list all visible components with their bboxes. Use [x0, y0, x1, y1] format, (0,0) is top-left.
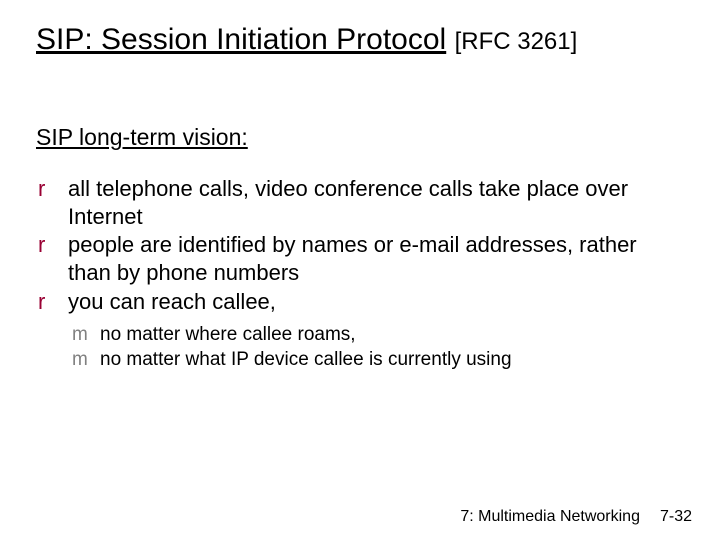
bullet-marker: m [72, 322, 100, 348]
slide-footer: 7: Multimedia Networking 7-32 [460, 508, 692, 526]
bullet-list-primary: r all telephone calls, video conference … [36, 175, 684, 316]
bullet-marker: m [72, 347, 100, 373]
list-item: m no matter where callee roams, [72, 322, 684, 348]
footer-page: 7-32 [660, 508, 692, 526]
bullet-list-secondary: m no matter where callee roams, m no mat… [36, 322, 684, 373]
bullet-text: you can reach callee, [68, 288, 684, 316]
bullet-marker: r [36, 175, 68, 231]
title-note: [RFC 3261] [455, 28, 578, 55]
bullet-text: all telephone calls, video conference ca… [68, 175, 684, 231]
bullet-marker: r [36, 288, 68, 316]
bullet-text: people are identified by names or e-mail… [68, 231, 684, 287]
bullet-marker: r [36, 231, 68, 287]
bullet-text: no matter where callee roams, [100, 322, 684, 348]
title-main: SIP: Session Initiation Protocol [36, 23, 446, 56]
bullet-text: no matter what IP device callee is curre… [100, 347, 684, 373]
list-item: r all telephone calls, video conference … [36, 175, 684, 231]
list-item: r you can reach callee, [36, 288, 684, 316]
slide: SIP: Session Initiation Protocol [RFC 32… [0, 0, 720, 540]
footer-chapter: 7: Multimedia Networking [460, 508, 640, 526]
list-item: r people are identified by names or e-ma… [36, 231, 684, 287]
slide-title: SIP: Session Initiation Protocol [RFC 32… [36, 22, 684, 58]
list-item: m no matter what IP device callee is cur… [72, 347, 684, 373]
section-heading: SIP long-term vision: [36, 124, 684, 151]
